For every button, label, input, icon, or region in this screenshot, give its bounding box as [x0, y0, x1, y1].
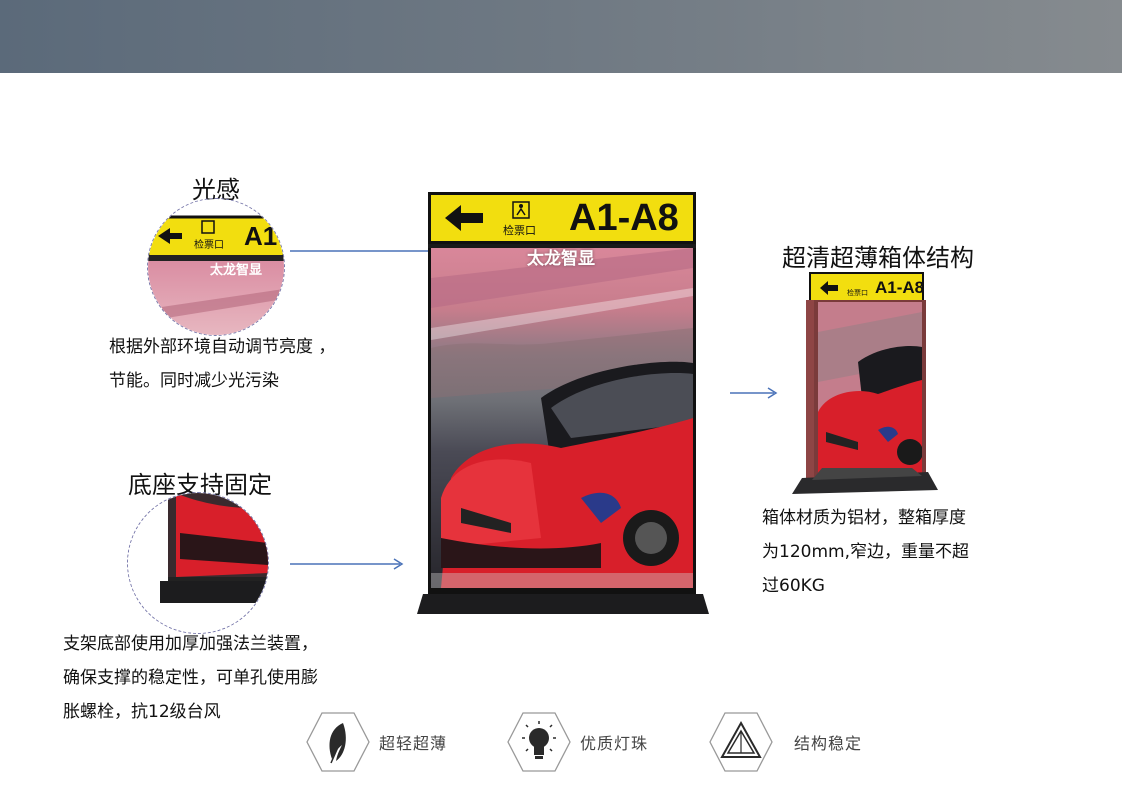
sports-car-image	[431, 248, 693, 588]
light-sense-line-2: 节能。同时减少光污染	[109, 371, 279, 391]
feature-ultra-thin-label: 超轻超薄	[379, 734, 448, 753]
main-sign: 检票口 A1-A8	[428, 192, 696, 244]
cabinet-sign-gate-label: 检票口	[847, 289, 868, 297]
light-sense-sign-code: A1-A8	[244, 221, 284, 251]
cabinet-base	[792, 468, 938, 494]
feather-icon	[306, 712, 370, 772]
arrow-left-icon	[445, 205, 483, 231]
light-sense-zoom-circle: 检票口 A1-A8 太龙智显	[147, 198, 285, 336]
main-screen: 太龙智显	[428, 248, 696, 588]
ticket-gate-icon	[512, 201, 530, 219]
light-sense-gate-label: 检票口	[194, 240, 224, 251]
triangle-icon	[709, 712, 773, 772]
main-base	[417, 588, 709, 614]
feature-stable-structure: 结构稳定	[708, 709, 862, 775]
lightbulb-icon	[507, 712, 571, 772]
cabinet-arrow	[730, 387, 778, 399]
cabinet-description: 箱体材质为铝材，整箱厚度 为120mm,窄边，重量不超 过60KG	[762, 501, 969, 603]
light-sense-line-1: 根据外部环境自动调节亮度 ，	[109, 337, 336, 357]
cabinet-frame	[806, 300, 926, 482]
base-line-1: 支架底部使用加厚加强法兰装置，	[63, 634, 318, 654]
top-banner	[0, 0, 1122, 73]
cabinet-title: 超清超薄箱体结构	[782, 244, 974, 272]
main-display: 检票口 A1-A8 太龙智显	[417, 192, 709, 620]
light-sense-description: 根据外部环境自动调节亮度 ， 节能。同时减少光污染	[109, 330, 335, 398]
cabinet-sign-code: A1-A8	[875, 278, 924, 297]
main-sign-gate-label: 检票口	[503, 224, 536, 237]
base-line-2: 确保支撑的稳定性，可单孔使用膨	[63, 668, 318, 688]
light-sense-brand: 太龙智显	[210, 263, 263, 278]
cabinet-screen-image	[818, 302, 922, 480]
base-description: 支架底部使用加厚加强法兰装置， 确保支撑的稳定性，可单孔使用膨 胀螺栓，抗12级…	[63, 627, 318, 729]
main-sign-code: A1-A8	[569, 197, 679, 239]
main-brand: 太龙智显	[527, 249, 595, 269]
base-zoom-circle	[127, 492, 269, 634]
feature-ultra-thin: 超轻超薄	[305, 709, 447, 775]
feature-stable-structure-label: 结构稳定	[794, 734, 863, 753]
cabinet-line-2: 为120mm,窄边，重量不超	[762, 542, 969, 562]
cabinet-line-1: 箱体材质为铝材，整箱厚度	[762, 508, 966, 528]
feature-quality-led-label: 优质灯珠	[580, 734, 649, 753]
feature-quality-led: 优质灯珠	[506, 709, 648, 775]
base-line-3: 胀螺栓，抗12级台风	[63, 702, 221, 722]
base-arrow	[290, 558, 404, 570]
cabinet-line-3: 过60KG	[762, 576, 825, 596]
cabinet-display: 检票口 A1-A8	[792, 270, 938, 502]
cabinet-arrow-left-icon	[820, 281, 838, 295]
